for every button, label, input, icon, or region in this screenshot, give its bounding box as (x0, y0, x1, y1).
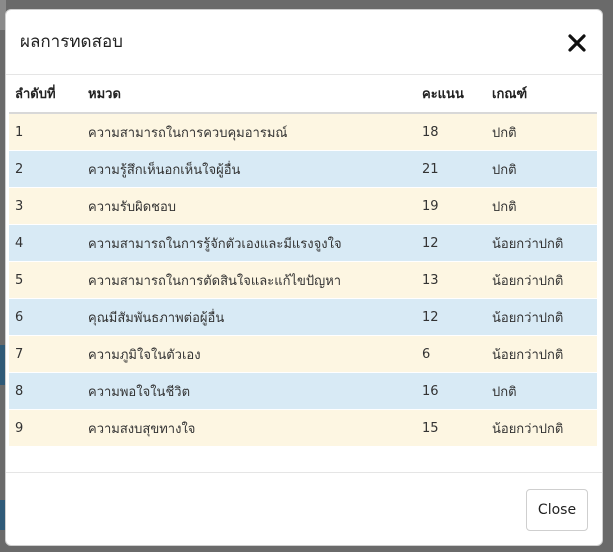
cell-criteria: ปกติ (486, 187, 597, 225)
cell-score: 16 (416, 372, 486, 410)
close-icon[interactable] (566, 32, 588, 54)
cell-category: ความภูมิใจในตัวเอง (82, 335, 416, 373)
cell-score: 15 (416, 409, 486, 446)
close-button[interactable]: Close (526, 489, 588, 531)
table-row: 8 ความพอใจในชีวิต 16 ปกติ (9, 372, 597, 410)
results-table-container: ลำดับที่ หมวด คะแนน เกณฑ์ 1 ความสามารถในก… (9, 75, 597, 446)
modal-footer: Close (6, 472, 602, 545)
cell-score: 12 (416, 298, 486, 336)
cell-category: ความสามารถในการตัดสินใจและแก้ไขปัญหา (82, 261, 416, 299)
table-row: 5 ความสามารถในการตัดสินใจและแก้ไขปัญหา 13 น… (9, 261, 597, 299)
table-row: 1 ความสามารถในการควบคุมอารมณ์ 18 ปกติ (9, 112, 597, 151)
results-modal: ผลการทดสอบ ลำดับที่ หมวด คะแนน เกณฑ์ 1 คว… (5, 9, 603, 546)
cell-score: 21 (416, 150, 486, 188)
modal-title: ผลการทดสอบ (20, 32, 123, 52)
cell-no: 6 (9, 298, 82, 336)
cell-category: ความสามารถในการรู้จักตัวเองและมีแรงจูงใจ (82, 224, 416, 262)
column-header-no: ลำดับที่ (9, 75, 82, 114)
cell-no: 8 (9, 372, 82, 410)
table-row: 7 ความภูมิใจในตัวเอง 6 น้อยกว่าปกติ (9, 335, 597, 373)
cell-no: 9 (9, 409, 82, 446)
column-header-criteria: เกณฑ์ (486, 75, 597, 114)
cell-criteria: ปกติ (486, 112, 597, 151)
column-header-score: คะแนน (416, 75, 486, 114)
cell-score: 13 (416, 261, 486, 299)
cell-category: ความสงบสุขทางใจ (82, 409, 416, 446)
cell-criteria: ปกติ (486, 150, 597, 188)
modal-header: ผลการทดสอบ (6, 10, 602, 75)
cell-category: ความพอใจในชีวิต (82, 372, 416, 410)
cell-score: 19 (416, 187, 486, 225)
cell-score: 12 (416, 224, 486, 262)
cell-category: ความรู้สึกเห็นอกเห็นใจผู้อื่น (82, 150, 416, 188)
cell-criteria: ปกติ (486, 372, 597, 410)
cell-score: 6 (416, 335, 486, 373)
cell-criteria: น้อยกว่าปกติ (486, 298, 597, 336)
cell-no: 4 (9, 224, 82, 262)
table-row: 4 ความสามารถในการรู้จักตัวเองและมีแรงจูงใ… (9, 224, 597, 262)
results-table: ลำดับที่ หมวด คะแนน เกณฑ์ 1 ความสามารถในก… (9, 75, 597, 446)
cell-no: 1 (9, 112, 82, 151)
cell-category: คุณมีสัมพันธภาพต่อผู้อื่น (82, 298, 416, 336)
cell-category: ความสามารถในการควบคุมอารมณ์ (82, 112, 416, 151)
table-row: 6 คุณมีสัมพันธภาพต่อผู้อื่น 12 น้อยกว่าปกติ (9, 298, 597, 336)
table-row: 3 ความรับผิดชอบ 19 ปกติ (9, 187, 597, 225)
cell-no: 7 (9, 335, 82, 373)
table-row: 2 ความรู้สึกเห็นอกเห็นใจผู้อื่น 21 ปกติ (9, 150, 597, 188)
cell-no: 5 (9, 261, 82, 299)
table-row: 9 ความสงบสุขทางใจ 15 น้อยกว่าปกติ (9, 409, 597, 446)
cell-criteria: น้อยกว่าปกติ (486, 409, 597, 446)
column-header-category: หมวด (82, 75, 416, 114)
cell-category: ความรับผิดชอบ (82, 187, 416, 225)
table-header-row: ลำดับที่ หมวด คะแนน เกณฑ์ (9, 75, 597, 114)
cell-criteria: น้อยกว่าปกติ (486, 261, 597, 299)
cell-score: 18 (416, 112, 486, 151)
cell-criteria: น้อยกว่าปกติ (486, 224, 597, 262)
cell-no: 3 (9, 187, 82, 225)
cell-criteria: น้อยกว่าปกติ (486, 335, 597, 373)
cell-no: 2 (9, 150, 82, 188)
